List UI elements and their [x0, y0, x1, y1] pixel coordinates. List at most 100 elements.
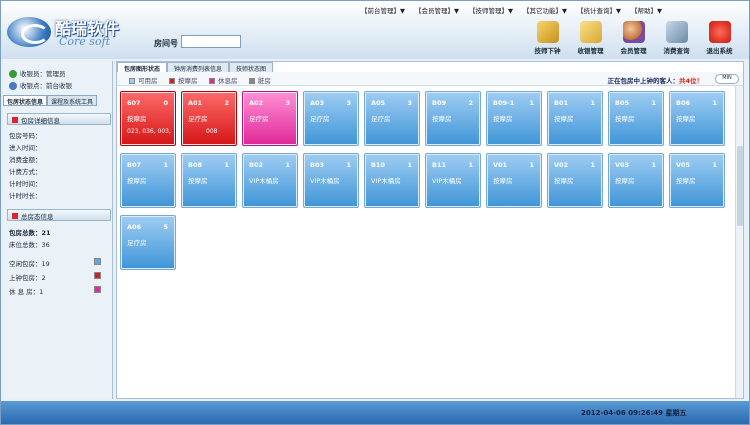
room-count: 1	[590, 161, 595, 169]
room-card[interactable]: 607 0 按摩房 023, 036, 003,	[120, 91, 176, 146]
legend-label: 空闲包房：19	[9, 260, 50, 268]
tool-label: 会员管理	[620, 47, 647, 55]
menu-item[interactable]: 【帮助】▼	[626, 5, 667, 15]
room-card[interactable]: B02 1 VIP木桶房	[242, 153, 298, 208]
tab-room-status[interactable]: 包房状态信息	[3, 95, 48, 106]
detail-field: 计费方式：	[9, 168, 42, 176]
room-card[interactable]: B07 1 按摩房	[120, 153, 176, 208]
tool-label: 消费查询	[663, 47, 690, 55]
legend-row: 空闲包房：19	[9, 258, 109, 268]
room-count: 2	[224, 99, 229, 107]
room-count: 1	[224, 161, 229, 169]
room-card[interactable]: V02 1 按摩房	[547, 153, 603, 208]
tab-room-graph[interactable]: 包房图形状态	[117, 62, 168, 73]
room-card[interactable]: A01 2 足疗房 008	[181, 91, 237, 146]
cashier-line: 收银员：管理员	[9, 68, 66, 78]
room-code: A03	[310, 99, 325, 107]
status-bar: 2012-04-06 09:26:49 星期五	[1, 401, 749, 424]
room-code: B09	[432, 99, 446, 107]
room-count: 1	[651, 161, 656, 169]
room-card[interactable]: B11 1 VIP木桶房	[425, 153, 481, 208]
user-icon	[9, 70, 17, 78]
main-panel: 包房图形状态 钟房消费列表信息 技师状态图 可用房 按摩房 休息房 脏房 正在包房中上…	[116, 61, 744, 399]
detail-title: 包房详细信息	[21, 117, 60, 125]
tool-label: 收银管理	[577, 47, 604, 55]
legend-swatch	[249, 78, 255, 84]
legend-swatch	[129, 78, 135, 84]
legend-label: 按摩房	[178, 77, 198, 85]
detail-panel-title: 包房详细信息	[7, 113, 111, 125]
menu-item[interactable]: 【会员管理】▼	[410, 5, 464, 15]
room-card[interactable]: B10 1 VIP木桶房	[364, 153, 420, 208]
main-tabs: 包房图形状态 钟房消费列表信息 技师状态图	[117, 62, 274, 73]
room-code: V05	[676, 161, 691, 169]
room-card[interactable]: V03 1 按摩房	[608, 153, 664, 208]
cashier-point-label: 收银点：前台收银	[20, 82, 72, 90]
room-count: 1	[285, 161, 290, 169]
room-code: B11	[432, 161, 446, 169]
legend-label: 脏房	[258, 77, 271, 85]
tab-tools[interactable]: 课程及系统工具	[47, 95, 98, 106]
room-code: 607	[127, 99, 141, 107]
room-code: B03	[310, 161, 324, 169]
detail-field: 消费金额：	[9, 156, 42, 164]
legend-label: 上钟包房：2	[9, 274, 46, 282]
detail-field: 包房号码：	[9, 132, 42, 140]
room-card[interactable]: A05 3 足疗房	[364, 91, 420, 146]
menu-item[interactable]: 【统计查询】▼	[572, 5, 626, 15]
total-panel-title: 总房态信息	[7, 209, 111, 221]
tool-button-4[interactable]: 退出系统	[698, 21, 741, 59]
room-code: B09-1	[493, 99, 515, 107]
room-count: 1	[590, 99, 595, 107]
room-extra: 023, 036, 003,	[127, 128, 171, 135]
scrollbar[interactable]	[735, 86, 743, 398]
room-card[interactable]: B06 1 按摩房	[669, 91, 725, 146]
room-extra2: 008	[206, 128, 218, 135]
room-card[interactable]: V05 1 按摩房	[669, 153, 725, 208]
room-card[interactable]: B05 1 按摩房	[608, 91, 664, 146]
room-card[interactable]: B08 1 按摩房	[181, 153, 237, 208]
scroll-thumb[interactable]	[737, 146, 743, 226]
guest-info: 正在包房中上钟的客人：共4位！	[607, 75, 703, 85]
tool-label: 技师下钟	[534, 47, 561, 55]
room-count: 5	[163, 223, 168, 231]
tab-consume-list[interactable]: 钟房消费列表信息	[167, 62, 230, 73]
legend-bar: 可用房 按摩房 休息房 脏房 正在包房中上钟的客人：共4位！ MIN	[117, 72, 743, 86]
total-beds: 床位总数：36	[9, 241, 50, 249]
panel-icon	[12, 213, 18, 219]
room-type: 按摩房	[493, 115, 513, 123]
room-type: 按摩房	[676, 115, 696, 123]
room-code: V02	[554, 161, 569, 169]
room-count: 1	[163, 161, 168, 169]
room-type: 按摩房	[554, 177, 574, 185]
guest-prefix: 正在包房中上钟的客人：	[607, 77, 679, 85]
tool-button-0[interactable]: 技师下钟	[526, 21, 569, 59]
menu-item[interactable]: 【其它功能】▼	[518, 5, 572, 15]
room-number-input[interactable]	[181, 35, 241, 48]
room-card[interactable]: B09-1 1 按摩房	[486, 91, 542, 146]
room-card[interactable]: A06 5 足疗房	[120, 215, 176, 270]
room-code: V03	[615, 161, 630, 169]
room-count: 0	[163, 99, 168, 107]
room-type: 足疗房	[249, 115, 269, 123]
room-card[interactable]: B01 1 按摩房	[547, 91, 603, 146]
tool-button-3[interactable]: 消费查询	[655, 21, 698, 59]
room-type: VIP木桶房	[249, 177, 279, 185]
technician-icon	[536, 21, 559, 43]
cashier-label: 收银员：管理员	[20, 70, 66, 78]
room-type: 按摩房	[432, 115, 452, 123]
room-card[interactable]: V01 1 按摩房	[486, 153, 542, 208]
room-code: B05	[615, 99, 629, 107]
menu-item[interactable]: 【技师管理】▼	[464, 5, 518, 15]
room-card[interactable]: B03 1 VIP木桶房	[303, 153, 359, 208]
room-card[interactable]: B09 2 按摩房	[425, 91, 481, 146]
tool-button-2[interactable]: 会员管理	[612, 21, 655, 59]
room-card[interactable]: A03 3 足疗房	[303, 91, 359, 146]
menu-item[interactable]: 【前台管理】▼	[356, 5, 410, 15]
logo: 酷瑞软件 Core soft	[7, 15, 127, 51]
tool-button-1[interactable]: 收银管理	[569, 21, 612, 59]
room-count: 1	[529, 99, 534, 107]
min-button[interactable]: MIN	[715, 74, 739, 84]
room-card[interactable]: A02 3 足疗房	[242, 91, 298, 146]
tab-tech-status[interactable]: 技师状态图	[229, 62, 274, 73]
